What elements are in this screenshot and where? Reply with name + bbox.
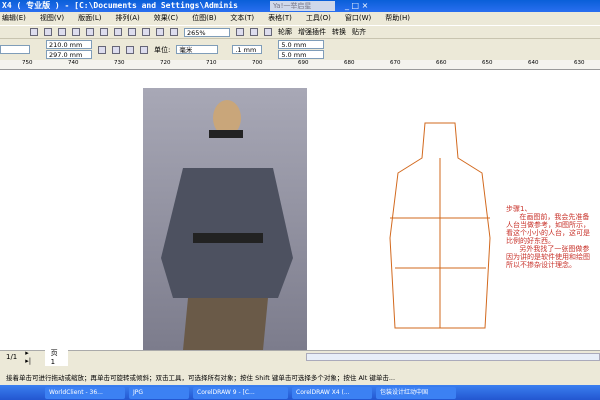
menu-item[interactable]: 效果(C): [154, 12, 178, 25]
nudge-input[interactable]: .1 mm: [232, 45, 263, 54]
redo-icon[interactable]: [142, 28, 150, 36]
taskbar-button[interactable]: CorelDRAW X4 (...: [292, 386, 372, 399]
print-icon[interactable]: [72, 28, 80, 36]
ruler-tick-label: 660: [436, 60, 447, 66]
menu-item[interactable]: 文本(T): [230, 12, 254, 25]
page-count: 1/1: [6, 352, 18, 361]
ruler-tick-label: 630: [574, 60, 585, 66]
ruler-tick-label: 720: [160, 60, 171, 66]
cut-icon[interactable]: [86, 28, 94, 36]
menu-item[interactable]: 版面(L): [78, 12, 101, 25]
menu-item[interactable]: 编辑(E): [2, 12, 26, 25]
ruler-tick-label: 670: [390, 60, 401, 66]
ruler-tick-label: 740: [68, 60, 79, 66]
copy-icon[interactable]: [100, 28, 108, 36]
property-bar: 210.0 mm 297.0 mm 单位: 毫米 .1 mm 5.0 mm 5.…: [0, 39, 600, 60]
ruler-tick-label: 680: [344, 60, 355, 66]
ruler-tick-label: 750: [22, 60, 33, 66]
overlay-label: Ya!一举启星: [270, 1, 335, 11]
ruler-tick-label: 690: [298, 60, 309, 66]
note-line: 看这个小小的人台，这可是: [506, 229, 590, 237]
menu-item[interactable]: 工具(O): [306, 12, 331, 25]
taskbar-button[interactable]: CorelDRAW 9 - [C...: [193, 386, 288, 399]
note-line: 比例的好东西。: [506, 237, 555, 245]
horizontal-scrollbar[interactable]: [305, 352, 600, 361]
zoom-in-icon[interactable]: [236, 28, 244, 36]
taskbar-button[interactable]: WorldClient - 36...: [45, 386, 125, 399]
taskbar-button[interactable]: 包装设计红动中国: [376, 386, 456, 399]
note-line: 另外我找了一张图做参: [506, 245, 590, 253]
mannequin-outline: [389, 122, 491, 329]
all-pages-icon[interactable]: [126, 45, 134, 54]
window-title: X4 ( 专业版 ) - [C:\Documents and Settings\…: [2, 1, 238, 10]
note-line: 所以不掺杂设计理念。: [506, 261, 576, 269]
zoom-level-select[interactable]: 265%: [184, 27, 230, 37]
note-line: 因为讲的是软件使用和绘图: [506, 253, 590, 261]
new-icon[interactable]: [30, 28, 38, 36]
taskbar-button[interactable]: JPG: [129, 386, 189, 399]
step-notes: 步骤1、 在画图前，我会先准备 人台当做参考，如图所示， 看这个小小的人台，这可是比…: [506, 205, 590, 269]
ruler-tick-label: 710: [206, 60, 217, 66]
menu-item[interactable]: 帮助(H): [385, 12, 410, 25]
window-controls[interactable]: _ □ ×: [345, 1, 368, 10]
landscape-icon[interactable]: [112, 45, 120, 54]
note-line: 步骤1、: [506, 205, 532, 213]
standard-toolbar: 265% 轮廓 增强插件 转换 贴齐: [0, 25, 600, 39]
horizontal-ruler[interactable]: 750 740 730 720 710 700 690 680 670 660 650 640 630: [0, 60, 600, 70]
ruler-tick-label: 700: [252, 60, 263, 66]
taskbar: WorldClient - 36... JPG CorelDRAW 9 - [C..…: [0, 385, 600, 400]
menu-item[interactable]: 窗口(W): [345, 12, 371, 25]
toolbar-button-outline[interactable]: 轮廓: [278, 27, 292, 37]
unit-label: 单位:: [154, 45, 171, 54]
toolbar-button-convert[interactable]: 转换: [332, 27, 346, 37]
current-page-icon[interactable]: [140, 45, 148, 54]
duplicate-y-input[interactable]: 5.0 mm: [278, 50, 325, 59]
menu-bar: 编辑(E) 视图(V) 版面(L) 排列(A) 效果(C) 位图(B) 文本(T) 表格(T)…: [0, 12, 600, 25]
ruler-tick-label: 730: [114, 60, 125, 66]
menu-item[interactable]: 位图(B): [192, 12, 216, 25]
note-line: 在画图前，我会先准备: [506, 213, 590, 221]
ruler-tick-label: 650: [482, 60, 493, 66]
toolbar-button-snap[interactable]: 贴齐: [352, 27, 366, 37]
ruler-tick-label: 640: [528, 60, 539, 66]
toolbar-button-plugin[interactable]: 增强插件: [298, 27, 326, 37]
portrait-icon[interactable]: [98, 45, 106, 54]
unit-select[interactable]: 毫米: [176, 45, 219, 54]
save-icon[interactable]: [58, 28, 66, 36]
fashion-photo[interactable]: [143, 88, 307, 350]
import-icon[interactable]: [156, 28, 164, 36]
menu-item[interactable]: 排列(A): [116, 12, 140, 25]
export-icon[interactable]: [170, 28, 178, 36]
menu-item[interactable]: 视图(V): [40, 12, 64, 25]
page-width-input[interactable]: 210.0 mm: [46, 40, 92, 49]
model-illustration: [161, 100, 293, 350]
zoom-page-icon[interactable]: [264, 28, 272, 36]
menu-item[interactable]: 表格(T): [268, 12, 292, 25]
page-navigator: 1/1 ▸ ▸| 页1: [0, 347, 600, 366]
status-bar: 接着单击可进行拖动或缩放；再单击可旋转或倾斜；双击工具，可选择所有对象；按住 S…: [6, 374, 396, 382]
open-icon[interactable]: [44, 28, 52, 36]
note-line: 人台当做参考，如图所示，: [506, 221, 590, 229]
undo-icon[interactable]: [128, 28, 136, 36]
page-height-input[interactable]: 297.0 mm: [46, 50, 92, 59]
zoom-out-icon[interactable]: [250, 28, 258, 36]
paper-size-select[interactable]: [0, 45, 30, 54]
paste-icon[interactable]: [114, 28, 122, 36]
duplicate-x-input[interactable]: 5.0 mm: [278, 40, 325, 49]
